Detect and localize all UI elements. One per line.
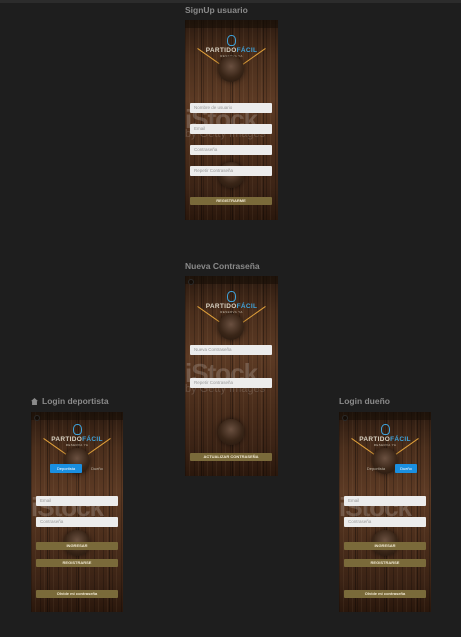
password-field[interactable]: Contraseña	[36, 517, 118, 527]
status-strip	[185, 276, 278, 284]
spotlight-decoration	[218, 419, 244, 445]
canvas-top-bar	[0, 0, 461, 3]
frame-signup[interactable]: PARTIDOFÁCIL RESERVA YA iStock by Getty …	[185, 20, 278, 220]
logo-brand-left: PARTIDO	[359, 436, 391, 443]
register-button[interactable]: REGISTRARSE	[36, 559, 118, 567]
back-icon[interactable]	[34, 415, 40, 421]
toggle-owner-button[interactable]: Dueño	[86, 464, 108, 473]
frame-login-owner[interactable]: PARTIDOFÁCIL RESERVA YA Deportista Dueño…	[339, 412, 431, 612]
spotlight-decoration	[218, 314, 244, 340]
email-field[interactable]: Email	[344, 496, 426, 506]
logo-brand-left: PARTIDO	[205, 47, 237, 54]
back-icon[interactable]	[342, 415, 348, 421]
status-strip	[339, 412, 431, 420]
home-icon	[31, 398, 38, 405]
status-strip	[31, 412, 123, 420]
email-field[interactable]: Email	[190, 124, 272, 134]
password-field[interactable]: Contraseña	[344, 517, 426, 527]
frame-label-login-owner[interactable]: Login dueño	[339, 396, 390, 406]
username-field[interactable]: Nombre de usuario	[190, 103, 272, 113]
frame-label-signup[interactable]: SignUp usuario	[185, 5, 248, 15]
toggle-athlete-button[interactable]: Deportista	[50, 464, 82, 473]
frame-label-reset-password[interactable]: Nueva Contraseña	[185, 261, 260, 271]
logo-brand-right: FÁCIL	[236, 303, 258, 310]
toggle-owner-button[interactable]: Dueño	[395, 464, 417, 473]
frame-login-athlete[interactable]: PARTIDOFÁCIL RESERVA YA Deportista Dueño…	[31, 412, 123, 612]
logo-brand-left: PARTIDO	[205, 303, 237, 310]
football-icon	[227, 35, 236, 46]
frame-label-login-athlete[interactable]: Login deportista	[31, 396, 109, 406]
email-field[interactable]: Email	[36, 496, 118, 506]
forgot-password-button[interactable]: Olvide mi contraseña	[344, 590, 426, 598]
logo-brand-right: FÁCIL	[82, 436, 103, 443]
logo-brand-right: FÁCIL	[236, 47, 258, 54]
toggle-athlete-button[interactable]: Deportista	[360, 464, 392, 473]
logo-brand-left: PARTIDO	[51, 436, 83, 443]
frame-reset-password[interactable]: PARTIDOFÁCIL RESERVA YA iStock by Getty …	[185, 276, 278, 476]
app-logo: PARTIDOFÁCIL RESERVA YA	[339, 424, 431, 447]
password-field[interactable]: Contraseña	[190, 145, 272, 155]
logo-brand-right: FÁCIL	[390, 436, 411, 443]
register-button[interactable]: REGISTRARSE	[344, 559, 426, 567]
app-logo: PARTIDOFÁCIL RESERVA YA	[185, 291, 278, 314]
logo-tagline: RESERVA YA	[373, 443, 397, 447]
football-icon	[380, 424, 390, 435]
login-button[interactable]: INGRESAR	[36, 542, 118, 550]
back-icon[interactable]	[188, 279, 194, 285]
football-icon	[72, 424, 82, 435]
frame-label-text: Login deportista	[42, 396, 109, 406]
app-logo: PARTIDOFÁCIL RESERVA YA	[31, 424, 123, 447]
repeat-password-field[interactable]: Repetir Contraseña	[190, 378, 272, 388]
football-icon	[227, 291, 236, 302]
app-logo: PARTIDOFÁCIL RESERVA YA	[185, 35, 278, 58]
status-strip	[185, 20, 278, 28]
spotlight-decoration	[218, 56, 244, 82]
logo-tagline: RESERVA YA	[65, 443, 89, 447]
login-button[interactable]: INGRESAR	[344, 542, 426, 550]
register-button[interactable]: REGISTRARME	[190, 197, 272, 205]
repeat-password-field[interactable]: Repetir Contraseña	[190, 166, 272, 176]
update-password-button[interactable]: ACTUALIZAR CONTRASEÑA	[190, 453, 272, 461]
forgot-password-button[interactable]: Olvide mi contraseña	[36, 590, 118, 598]
new-password-field[interactable]: Nueva Contraseña	[190, 345, 272, 355]
